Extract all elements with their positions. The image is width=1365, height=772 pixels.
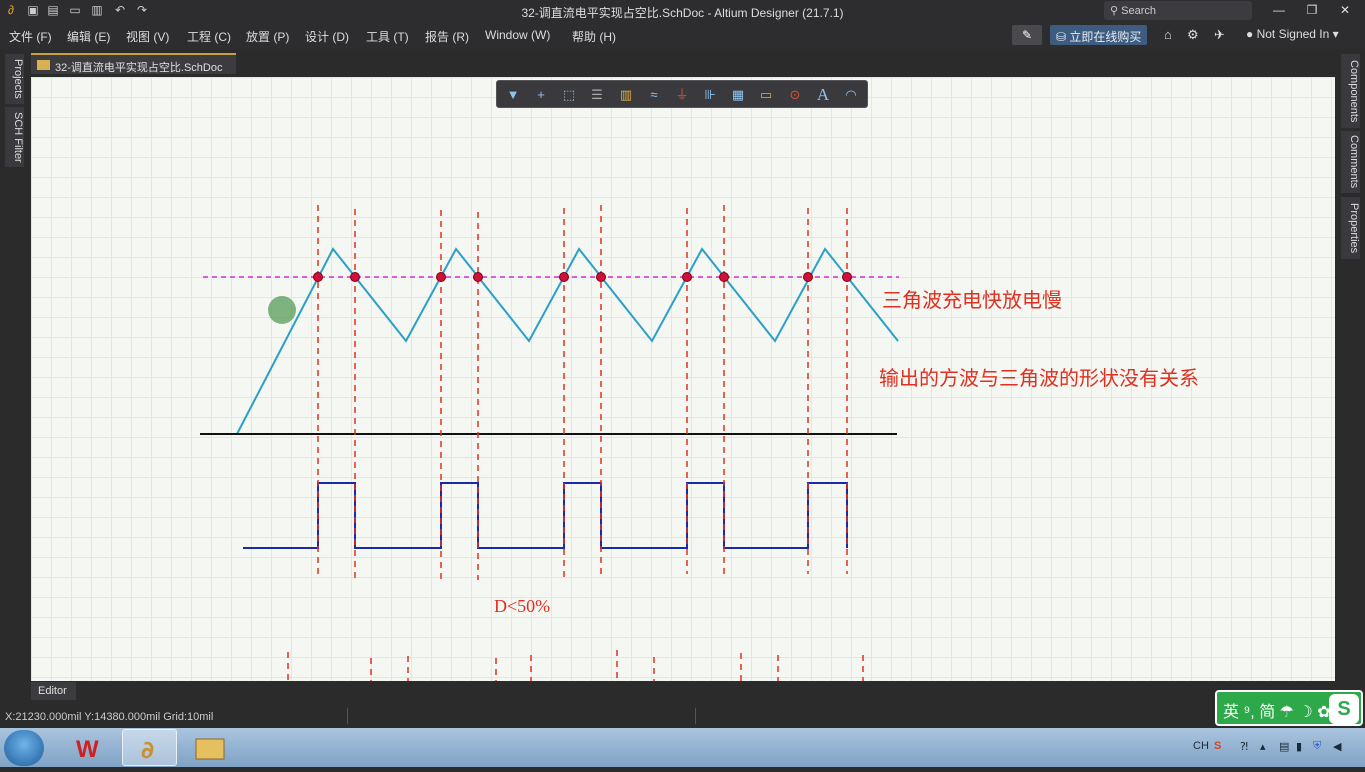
menu-place[interactable]: 放置 (P) xyxy=(246,28,289,45)
status-divider xyxy=(347,708,348,724)
wps-app[interactable]: W xyxy=(62,729,117,766)
restore-button[interactable]: ❐ xyxy=(1297,0,1327,20)
altium-app[interactable]: ∂ xyxy=(122,729,177,766)
ime-status[interactable]: 英 ⁹, 简 ☂ ☽ ✿ xyxy=(1223,704,1331,721)
sogou-logo-icon: S xyxy=(1329,694,1359,724)
user-label: Not Signed In xyxy=(1256,27,1330,41)
intersection-dot xyxy=(313,272,323,282)
status-bar: X:21230.000mil Y:14380.000mil Grid:10mil xyxy=(0,704,1365,728)
ime-toolbar[interactable]: 英 ⁹, 简 ☂ ☽ ✿ S xyxy=(1215,690,1363,726)
menu-file[interactable]: 文件 (F) xyxy=(9,28,52,45)
menu-edit[interactable]: 编辑 (E) xyxy=(67,28,110,45)
start-button[interactable] xyxy=(4,730,44,766)
cursor-highlight xyxy=(268,296,296,324)
search-input[interactable]: ⚲ Search xyxy=(1104,1,1252,20)
language-indicator[interactable]: CH xyxy=(1193,740,1209,752)
net-label-icon[interactable]: ▦ xyxy=(728,85,748,105)
status-divider xyxy=(695,708,696,724)
menu-help[interactable]: 帮助 (H) xyxy=(572,28,616,45)
intersection-dot xyxy=(719,272,729,282)
text-icon[interactable]: A xyxy=(813,85,833,105)
clipboard-icon[interactable]: ▤ xyxy=(1279,740,1289,753)
panel-tab-comments[interactable]: Comments xyxy=(1341,131,1360,193)
ground-icon[interactable]: ⏚ xyxy=(672,85,692,105)
select-rect-icon[interactable]: ⬚ xyxy=(559,85,579,105)
panel-tab-properties[interactable]: Properties xyxy=(1341,197,1360,259)
security-icon[interactable]: ⛨ xyxy=(1313,740,1321,753)
menu-window[interactable]: Window (W) xyxy=(485,28,550,42)
duty-cycle-note: D<50% xyxy=(494,596,551,616)
panel-tab-projects[interactable]: Projects xyxy=(5,54,24,104)
avatar-icon: ● xyxy=(1246,27,1254,41)
intersection-dot xyxy=(682,272,692,282)
user-menu[interactable]: ● Not Signed In ▾ xyxy=(1246,27,1339,41)
document-tab-label: 32-调直流电平实现占空比.SchDoc xyxy=(55,62,223,74)
wire-icon[interactable]: ≈ xyxy=(644,85,664,105)
document-tab[interactable]: 32-调直流电平实现占空比.SchDoc xyxy=(31,53,236,74)
sogou-tray-icon[interactable]: S xyxy=(1214,740,1221,752)
search-icon: ⚲ xyxy=(1110,5,1119,17)
title-bar: ∂ ▣ ▤ ▭ ▥ ↶ ↷ 32-调直流电平实现占空比.SchDoc - Alt… xyxy=(0,0,1365,22)
cross-icon[interactable]: + xyxy=(531,85,551,105)
menu-tools[interactable]: 工具 (T) xyxy=(366,28,409,45)
volume-icon[interactable]: ◀ xyxy=(1333,740,1341,753)
intersection-dot xyxy=(559,272,569,282)
folder-icon xyxy=(195,738,225,760)
square-wave xyxy=(243,482,848,549)
close-button[interactable]: ✕ xyxy=(1330,0,1360,20)
network-icon[interactable]: ▮ xyxy=(1296,740,1302,753)
chat-icon: ✎ xyxy=(1021,28,1033,42)
editor-tab[interactable]: Editor xyxy=(31,682,76,700)
notifications-icon[interactable]: ✈ xyxy=(1214,27,1225,43)
buy-online-label: 立即在线购买 xyxy=(1069,30,1142,44)
intersection-dot xyxy=(350,272,360,282)
explorer-app[interactable] xyxy=(182,729,237,766)
menu-project[interactable]: 工程 (C) xyxy=(187,28,231,45)
altium-icon: ∂ xyxy=(141,736,154,764)
wps-icon: W xyxy=(76,736,99,763)
intersection-dot xyxy=(473,272,483,282)
svg-text:W: W xyxy=(76,736,99,763)
intersection-dot xyxy=(842,272,852,282)
param-icon[interactable]: ⊙ xyxy=(785,85,805,105)
left-panel-bar: Projects SCH Filter xyxy=(0,49,29,704)
right-panel-bar: Components Comments Properties xyxy=(1336,49,1365,704)
menu-view[interactable]: 视图 (V) xyxy=(126,28,169,45)
component-icon[interactable]: ▥ xyxy=(616,85,636,105)
align-icon[interactable]: ☰ xyxy=(587,85,607,105)
svg-text:∂: ∂ xyxy=(141,736,154,764)
menu-bar: 文件 (F) 编辑 (E) 视图 (V) 工程 (C) 放置 (P) 设计 (D… xyxy=(0,22,1365,49)
filter-icon[interactable]: ▼ xyxy=(503,85,523,105)
port-icon[interactable]: ▭ xyxy=(756,85,776,105)
panel-tab-sch-filter[interactable]: SCH Filter xyxy=(5,107,24,167)
tray-expand-icon[interactable]: ▴ xyxy=(1260,740,1266,753)
keyboard-icon[interactable]: ⁈ xyxy=(1240,740,1248,753)
gear-icon[interactable]: ⚙ xyxy=(1187,27,1199,43)
schematic-doc-icon xyxy=(37,60,50,70)
intersection-dot xyxy=(803,272,813,282)
taskbar: W ∂ CH S ⁈ ▴ ▤ ▮ ⛨ ◀ xyxy=(0,728,1365,767)
active-bar-toolbar: ▼ + ⬚ ☰ ▥ ≈ ⏚ ⊪ ▦ ▭ ⊙ A ◠ xyxy=(496,80,868,108)
minimize-button[interactable]: — xyxy=(1264,0,1294,20)
triangle-note: 三角波充电快放电慢 xyxy=(882,290,1062,312)
output-note: 输出的方波与三角波的形状没有关系 xyxy=(879,368,1199,390)
menu-reports[interactable]: 报告 (R) xyxy=(425,28,469,45)
chat-button[interactable]: ✎ xyxy=(1012,25,1042,45)
search-placeholder: Search xyxy=(1121,5,1156,17)
panel-tab-components[interactable]: Components xyxy=(1341,54,1360,128)
intersection-dot xyxy=(436,272,446,282)
menu-design[interactable]: 设计 (D) xyxy=(305,28,349,45)
arc-icon[interactable]: ◠ xyxy=(841,85,861,105)
home-icon[interactable]: ⌂ xyxy=(1164,27,1172,42)
cart-icon: ⛁ xyxy=(1056,30,1070,44)
intersection-dot xyxy=(596,272,606,282)
buy-online-button[interactable]: ⛁ 立即在线购买 xyxy=(1050,25,1148,45)
bus-icon[interactable]: ⊪ xyxy=(700,85,720,105)
chevron-down-icon: ▾ xyxy=(1332,27,1339,41)
cursor-coordinates: X:21230.000mil Y:14380.000mil Grid:10mil xyxy=(5,711,214,723)
